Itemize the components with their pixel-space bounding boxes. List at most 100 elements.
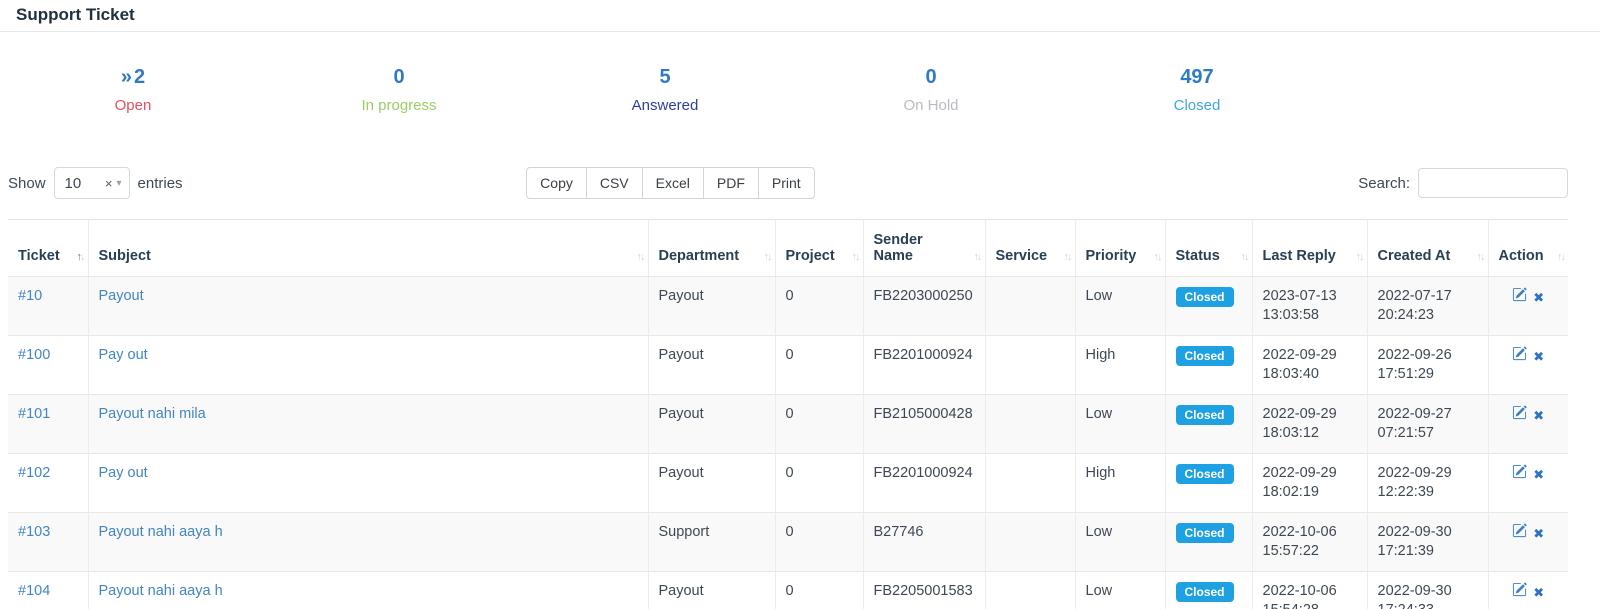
edit-icon[interactable] — [1512, 523, 1527, 544]
sort-icon: ↑↓ — [852, 251, 859, 263]
department-cell: Payout — [648, 454, 775, 513]
priority-cell: High — [1075, 454, 1165, 513]
service-cell — [985, 572, 1075, 609]
stat-closed-value[interactable]: 497 — [1064, 66, 1330, 89]
column-header-action[interactable]: Action↑↓ — [1488, 220, 1568, 277]
page-size-select[interactable]: 10 × ▾ — [54, 167, 130, 199]
sort-icon: ↑↓ — [1064, 251, 1071, 263]
status-badge: Closed — [1176, 523, 1234, 543]
edit-icon[interactable] — [1512, 405, 1527, 426]
subject-link[interactable]: Payout nahi aaya h — [99, 524, 223, 540]
copy-button[interactable]: Copy — [526, 167, 587, 199]
project-cell: 0 — [775, 395, 863, 454]
csv-button[interactable]: CSV — [586, 167, 643, 199]
ticket-link[interactable]: #101 — [18, 406, 50, 422]
status-cell: Closed — [1165, 454, 1252, 513]
status-cell: Closed — [1165, 513, 1252, 572]
print-button[interactable]: Print — [758, 167, 815, 199]
status-badge: Closed — [1176, 464, 1234, 484]
action-cell: ✖ — [1488, 572, 1568, 609]
stat-answered-label: Answered — [532, 97, 798, 114]
project-cell: 0 — [775, 513, 863, 572]
ticket-cell: #103 — [8, 513, 88, 572]
table-row: #10PayoutPayout0FB2203000250LowClosed202… — [8, 277, 1568, 336]
stat-on-hold-value[interactable]: 0 — [798, 66, 1064, 89]
double-chevron-icon: » — [121, 66, 132, 88]
caret-down-icon: ▾ — [117, 178, 122, 189]
column-header-priority[interactable]: Priority↑↓ — [1075, 220, 1165, 277]
edit-icon[interactable] — [1512, 346, 1527, 367]
column-header-project[interactable]: Project↑↓ — [775, 220, 863, 277]
last-reply-cell: 2023-07-13 13:03:58 — [1252, 277, 1367, 336]
ticket-link[interactable]: #100 — [18, 347, 50, 363]
stat-on-hold-label: On Hold — [798, 97, 1064, 114]
search-input[interactable] — [1418, 168, 1568, 198]
column-header-subject[interactable]: Subject↑↓ — [88, 220, 648, 277]
stat-closed-label: Closed — [1064, 97, 1330, 114]
page-size-value: 10 — [65, 175, 82, 192]
subject-link[interactable]: Payout nahi mila — [99, 406, 206, 422]
edit-icon[interactable] — [1512, 464, 1527, 485]
stat-in-progress-value[interactable]: 0 — [266, 66, 532, 89]
project-cell: 0 — [775, 277, 863, 336]
subject-link[interactable]: Payout nahi aaya h — [99, 583, 223, 599]
created-at-cell: 2022-09-30 17:24:33 — [1367, 572, 1488, 609]
created-at-cell: 2022-07-17 20:24:23 — [1367, 277, 1488, 336]
status-badge: Closed — [1176, 582, 1234, 602]
column-header-created-at[interactable]: Created At↑↓ — [1367, 220, 1488, 277]
action-cell: ✖ — [1488, 336, 1568, 395]
status-cell: Closed — [1165, 572, 1252, 609]
pdf-button[interactable]: PDF — [703, 167, 759, 199]
column-header-sender-name[interactable]: Sender Name↑↓ — [863, 220, 985, 277]
column-header-last-reply[interactable]: Last Reply↑↓ — [1252, 220, 1367, 277]
ticket-cell: #101 — [8, 395, 88, 454]
ticket-link[interactable]: #103 — [18, 524, 50, 540]
ticket-link[interactable]: #104 — [18, 583, 50, 599]
delete-icon[interactable]: ✖ — [1533, 349, 1544, 364]
table-row: #103Payout nahi aaya hSupport0B27746LowC… — [8, 513, 1568, 572]
delete-icon[interactable]: ✖ — [1533, 467, 1544, 482]
ticket-cell: #102 — [8, 454, 88, 513]
status-badge: Closed — [1176, 287, 1234, 307]
action-cell: ✖ — [1488, 454, 1568, 513]
column-header-department[interactable]: Department↑↓ — [648, 220, 775, 277]
department-cell: Payout — [648, 277, 775, 336]
excel-button[interactable]: Excel — [642, 167, 704, 199]
clear-selection-icon[interactable]: × — [105, 176, 113, 191]
delete-icon[interactable]: ✖ — [1533, 585, 1544, 600]
stat-open-value[interactable]: »2 — [0, 66, 266, 89]
stats-row: »2 Open 0 In progress 5 Answered 0 On Ho… — [0, 66, 1333, 114]
status-badge: Closed — [1176, 405, 1234, 425]
sender-name-cell: FB2205001583 — [863, 572, 985, 609]
column-header-ticket[interactable]: Ticket↑↓ — [8, 220, 88, 277]
last-reply-cell: 2022-10-06 15:57:22 — [1252, 513, 1367, 572]
subject-link[interactable]: Pay out — [99, 347, 148, 363]
export-buttons-wrap: Copy CSV Excel PDF Print — [183, 167, 1359, 199]
export-button-group: Copy CSV Excel PDF Print — [526, 167, 815, 199]
column-header-service[interactable]: Service↑↓ — [985, 220, 1075, 277]
delete-icon[interactable]: ✖ — [1533, 526, 1544, 541]
delete-icon[interactable]: ✖ — [1533, 408, 1544, 423]
column-header-status[interactable]: Status↑↓ — [1165, 220, 1252, 277]
stat-answered-value[interactable]: 5 — [532, 66, 798, 89]
priority-cell: Low — [1075, 277, 1165, 336]
ticket-link[interactable]: #10 — [18, 288, 42, 304]
subject-link[interactable]: Pay out — [99, 465, 148, 481]
stat-in-progress-label: In progress — [266, 97, 532, 114]
page-title: Support Ticket — [16, 5, 1584, 25]
sort-icon: ↑↓ — [974, 251, 981, 263]
edit-icon[interactable] — [1512, 287, 1527, 308]
edit-icon[interactable] — [1512, 582, 1527, 603]
service-cell — [985, 454, 1075, 513]
subject-cell: Payout nahi aaya h — [88, 572, 648, 609]
action-cell: ✖ — [1488, 277, 1568, 336]
search-control: Search: — [1358, 168, 1568, 198]
stat-on-hold: 0 On Hold — [798, 66, 1064, 114]
table-row: #100Pay outPayout0FB2201000924HighClosed… — [8, 336, 1568, 395]
ticket-link[interactable]: #102 — [18, 465, 50, 481]
stat-open-label: Open — [0, 97, 266, 114]
table-row: #104Payout nahi aaya hPayout0FB220500158… — [8, 572, 1568, 609]
table-controls: Show 10 × ▾ entries Copy CSV Excel PDF P… — [8, 166, 1568, 200]
subject-link[interactable]: Payout — [99, 288, 144, 304]
delete-icon[interactable]: ✖ — [1533, 290, 1544, 305]
